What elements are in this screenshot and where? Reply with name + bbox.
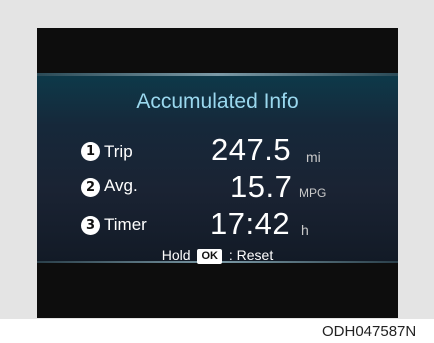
- reset-text: : Reset: [228, 247, 274, 263]
- number-1-icon: 1: [81, 142, 100, 161]
- timer-row: 3 Timer 17:42 h: [37, 206, 398, 241]
- avg-row: 2 Avg. 15.7 MPG: [37, 169, 398, 204]
- avg-unit: MPG: [299, 186, 327, 200]
- screen-title: Accumulated Info: [136, 90, 299, 113]
- hold-text: Hold: [161, 247, 191, 263]
- number-2-icon: 2: [81, 178, 100, 197]
- number-3-icon: 3: [81, 216, 100, 235]
- reset-hint: Hold OK : Reset: [37, 247, 398, 264]
- timer-unit: h: [301, 222, 309, 238]
- trip-label: Trip: [104, 142, 133, 161]
- ok-key-icon: OK: [197, 249, 222, 264]
- trip-row: 1 Trip 247.5 mi: [37, 132, 398, 167]
- figure-frame: Accumulated Info 1 Trip 247.5 mi 2 Avg. …: [0, 0, 434, 319]
- trip-value: 247.5: [211, 132, 292, 167]
- cluster-display: Accumulated Info 1 Trip 247.5 mi 2 Avg. …: [37, 28, 398, 318]
- timer-value: 17:42: [210, 206, 291, 241]
- figure-code: ODH047587N: [322, 323, 417, 340]
- timer-label: Timer: [104, 215, 147, 234]
- panel-top-divider: [37, 73, 398, 76]
- trip-unit: mi: [306, 149, 321, 165]
- avg-value: 15.7: [230, 169, 293, 204]
- avg-label: Avg.: [104, 176, 138, 195]
